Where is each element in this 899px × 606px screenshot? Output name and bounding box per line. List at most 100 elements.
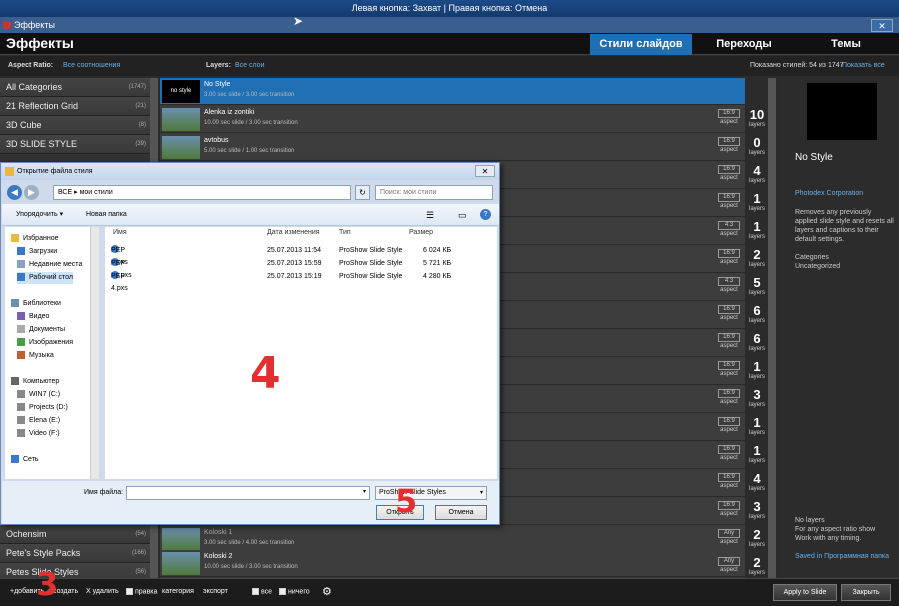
nav-item[interactable]: WIN7 (C:): [17, 389, 60, 401]
file-list: Имя Дата изменения Тип Размер PEP 3.pxs …: [105, 227, 497, 479]
chevron-down-icon[interactable]: ▾: [363, 488, 366, 495]
category-button[interactable]: категория: [162, 588, 194, 595]
refresh-icon[interactable]: ↻: [355, 185, 370, 200]
layer-count: 0 layers: [748, 135, 765, 157]
view-options-icon[interactable]: ☰: [426, 204, 434, 226]
folder-icon: [17, 351, 25, 360]
aspect-badge: 16:9 aspect: [718, 445, 740, 465]
nav-item[interactable]: Музыка: [17, 350, 54, 362]
preview-image: [807, 83, 877, 140]
folder-icon: [17, 429, 25, 438]
column-header-type[interactable]: Тип: [339, 229, 351, 236]
nav-item[interactable]: Video (F:): [17, 428, 60, 440]
gear-icon[interactable]: ⚙: [322, 585, 332, 598]
capture-banner: Левая кнопка: Захват | Правая кнопка: От…: [0, 0, 899, 17]
window-close-button[interactable]: ✕: [871, 19, 893, 32]
file-row[interactable]: PEP 3.pxs 25.07.2013 11:54 ProShow Slide…: [105, 245, 497, 266]
nav-item[interactable]: Сеть: [11, 454, 39, 466]
nav-item[interactable]: Видео: [17, 311, 49, 323]
search-input[interactable]: Поиск: мои стили: [375, 185, 493, 200]
style-row[interactable]: Koloski 2 10.00 sec slide / 3.00 sec tra…: [160, 550, 745, 577]
aspect-badge: 16:9 aspect: [718, 389, 740, 409]
edit-icon: [126, 588, 133, 595]
folder-icon: [17, 247, 25, 256]
column-header-date[interactable]: Дата изменения: [267, 229, 320, 236]
aspect-ratio-filter[interactable]: Все соотношения: [63, 56, 120, 76]
tab-transitions[interactable]: Переходы: [694, 34, 794, 55]
organize-button[interactable]: Упорядочить ▾: [16, 204, 63, 226]
new-folder-button[interactable]: Новая папка: [86, 204, 127, 226]
file-row[interactable]: PEP 3a.pxs 25.07.2013 15:59 ProShow Slid…: [105, 258, 497, 279]
nav-item[interactable]: Библиотеки: [11, 298, 61, 310]
nav-item[interactable]: Elena (E:): [17, 415, 60, 427]
proshow-effects-window: Левая кнопка: Захват | Правая кнопка: От…: [0, 0, 899, 606]
apply-to-slide-button[interactable]: Apply to Slide: [773, 584, 837, 601]
tab-slide-styles[interactable]: Стили слайдов: [590, 34, 692, 55]
style-thumbnail: no style: [162, 80, 200, 103]
aspect-badge: 16:9 aspect: [718, 193, 740, 213]
export-button[interactable]: экспорт: [203, 588, 228, 595]
layer-count: 1 layers: [748, 443, 765, 465]
cancel-button[interactable]: Отмена: [435, 505, 487, 520]
folder-icon: [17, 312, 25, 321]
folder-icon: [11, 299, 19, 308]
forward-arrow-icon[interactable]: ▶: [24, 185, 39, 200]
close-button[interactable]: Закрыть: [841, 584, 891, 601]
aspect-badge: 16:9 aspect: [718, 305, 740, 325]
help-icon[interactable]: ?: [480, 209, 491, 220]
nav-item[interactable]: Избранное: [11, 233, 58, 245]
layers-filter[interactable]: Все слои: [235, 56, 264, 76]
layers-label: Layers:: [206, 62, 231, 69]
annotation-4: 4: [250, 348, 281, 399]
style-list-scrollbar[interactable]: [768, 78, 776, 578]
category-item[interactable]: All Categories (1747): [0, 78, 150, 97]
aspect-badge: 16:9 aspect: [718, 109, 740, 129]
column-header-name[interactable]: Имя: [113, 229, 127, 236]
dialog-footer: Имя файла: ▾ ProShow Slide Styles ▾ Откры…: [2, 481, 499, 524]
effects-header: Эффекты Стили слайдов Переходы Темы: [0, 33, 899, 55]
chevron-down-icon: ▾: [479, 490, 483, 496]
select-all-checkbox[interactable]: все: [252, 588, 272, 595]
category-item[interactable]: Petes Slide Styles (56): [0, 563, 150, 578]
back-arrow-icon[interactable]: ◀: [7, 185, 22, 200]
navigation-pane: Избранное Загрузки Недавние места Рабочий с…: [5, 227, 99, 479]
category-item[interactable]: 3D Cube (8): [0, 116, 150, 135]
category-item[interactable]: Pete's Style Packs (166): [0, 544, 150, 563]
nav-item[interactable]: Projects (D:): [17, 402, 68, 414]
filename-input[interactable]: ▾: [126, 486, 370, 500]
category-item[interactable]: 21 Reflection Grid (21): [0, 97, 150, 116]
tab-themes[interactable]: Темы: [796, 34, 896, 55]
filetype-select[interactable]: ProShow Slide Styles ▾: [375, 486, 487, 500]
nav-item[interactable]: Рабочий стол: [17, 272, 73, 284]
style-row[interactable]: no style No Style 3.00 sec slide / 3.00 …: [160, 78, 745, 105]
delete-button[interactable]: X удалить: [86, 588, 119, 595]
preview-pane-icon[interactable]: ▭: [458, 204, 467, 226]
style-row[interactable]: avtobus 5.00 sec slide / 1.00 sec transi…: [160, 134, 745, 161]
category-item[interactable]: 3D SLIDE STYLE (39): [0, 135, 150, 154]
nav-item[interactable]: Загрузки: [17, 246, 57, 258]
aspect-ratio-label: Aspect Ratio:: [8, 62, 54, 69]
layer-count: 6 layers: [748, 331, 765, 353]
style-row[interactable]: Alenka iz zontiki 10.00 sec slide / 3.00…: [160, 106, 745, 133]
edit-button[interactable]: правка: [126, 588, 157, 595]
file-row[interactable]: PEP 4.pxs 25.07.2013 15:19 ProShow Slide…: [105, 271, 497, 292]
preview-saved-location[interactable]: Saved in Программная папка: [795, 553, 889, 560]
aspect-badge: 4:3 aspect: [718, 277, 740, 297]
nav-item[interactable]: Документы: [17, 324, 65, 336]
dialog-close-button[interactable]: ✕: [475, 165, 495, 177]
preview-author-link[interactable]: Photodex Corporation: [795, 190, 863, 197]
address-bar[interactable]: ВСЕ ▸ мои стили: [53, 185, 351, 200]
category-item[interactable]: Ochensim (54): [0, 525, 150, 544]
layer-count: 5 layers: [748, 275, 765, 297]
nav-item[interactable]: Изображения: [17, 337, 73, 349]
nav-item[interactable]: Компьютер: [11, 376, 59, 388]
style-row[interactable]: Koloski 1 3.00 sec slide / 4.00 sec tran…: [160, 526, 745, 553]
navigation-scrollbar[interactable]: [90, 227, 99, 479]
show-all-link[interactable]: Показать все: [842, 56, 885, 76]
nav-item[interactable]: Недавние места: [17, 259, 82, 271]
layer-count: 1 layers: [748, 219, 765, 241]
folder-icon: [11, 455, 19, 464]
select-none-checkbox[interactable]: ничего: [279, 588, 310, 595]
filter-bar: Aspect Ratio: Все соотношения Layers: Вс…: [0, 56, 899, 76]
column-header-size[interactable]: Размер: [409, 229, 433, 236]
